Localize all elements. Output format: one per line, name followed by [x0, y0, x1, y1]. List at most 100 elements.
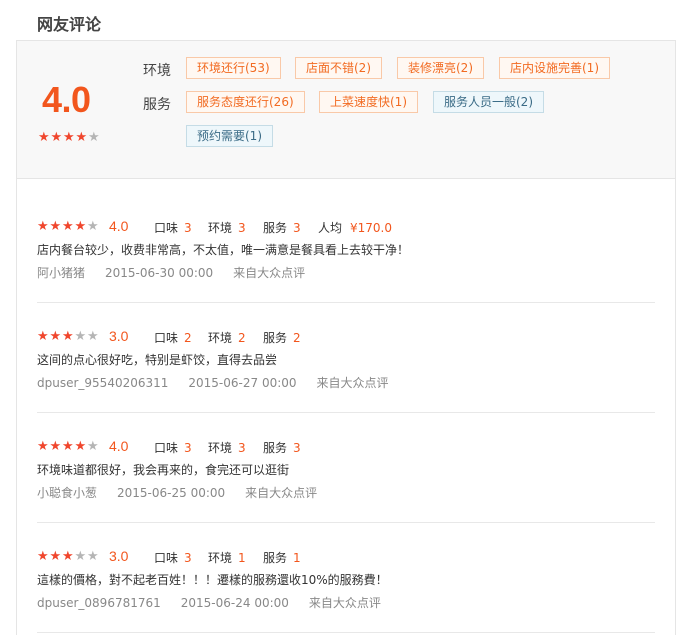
star-icon: ★	[62, 219, 74, 234]
tag-reservation-needed[interactable]: 预约需要(1)	[186, 125, 273, 147]
tag-fast-serving[interactable]: 上菜速度快(1)	[319, 91, 418, 113]
review-date: 2015-06-30 00:00	[105, 266, 214, 280]
environment-label: 环境	[208, 441, 233, 455]
star-icon: ★	[49, 329, 62, 344]
review-user[interactable]: dpuser_0896781761	[37, 596, 161, 610]
star-icon: ★	[50, 130, 63, 145]
review-meta: 阿小猪猪 2015-06-30 00:00 来自大众点评	[37, 264, 325, 281]
star-icon: ★	[38, 130, 50, 145]
review-text: 环境味道都很好，我会再来的，食完还可以逛街	[37, 463, 290, 477]
review-score: 3.0	[109, 548, 129, 564]
review-source: 来自大众点评	[245, 486, 318, 500]
star-empty-icon: ★	[74, 329, 87, 344]
service-label: 服务	[263, 221, 288, 235]
review-stars: ★★★★★	[37, 440, 100, 453]
service-rating: 服务 1	[263, 549, 301, 566]
taste-value: 3	[184, 441, 192, 455]
review-text: 這樣的價格，對不起老百姓！！！遷樣的服務還收10%的服務費！	[37, 573, 388, 587]
tag-staff-average[interactable]: 服务人员一般(2)	[433, 91, 544, 113]
taste-rating: 口味 2	[154, 329, 192, 346]
review-user[interactable]: dpuser_95540206311	[37, 376, 168, 390]
star-empty-icon: ★	[87, 439, 99, 454]
section-title: 网友评论	[37, 15, 102, 34]
environment-label: 环境	[208, 221, 233, 235]
star-icon: ★	[49, 219, 62, 234]
review-text: 店内餐台较少，收费非常高，不太值，唯一满意是餐具看上去较干净！	[37, 243, 410, 257]
review-meta: dpuser_95540206311 2015-06-27 00:00 来自大众点评	[37, 374, 409, 391]
review-source: 来自大众点评	[308, 596, 381, 610]
star-icon: ★	[37, 549, 49, 564]
service-rating: 服务 2	[263, 329, 301, 346]
review-user[interactable]: 阿小猪猪	[37, 266, 85, 280]
environment-rating: 环境 3	[208, 439, 246, 456]
taste-label: 口味	[154, 551, 179, 565]
star-empty-icon: ★	[74, 549, 87, 564]
service-value: 3	[293, 441, 301, 455]
service-value: 1	[293, 551, 301, 565]
star-empty-icon: ★	[87, 219, 99, 234]
review-text: 这间的点心很好吃，特别是虾饺，直得去品尝	[37, 353, 278, 367]
review-date: 2015-06-25 00:00	[117, 486, 226, 500]
taste-rating: 口味 3	[154, 219, 192, 236]
star-empty-icon: ★	[87, 329, 99, 344]
environment-tags-label: 环境	[143, 63, 171, 79]
taste-value: 3	[184, 551, 192, 565]
star-icon: ★	[75, 130, 88, 145]
review-score: 4.0	[109, 218, 129, 234]
review-user[interactable]: 小聪食小葱	[37, 486, 97, 500]
taste-rating: 口味 3	[154, 439, 192, 456]
taste-label: 口味	[154, 441, 179, 455]
review-date: 2015-06-24 00:00	[180, 596, 289, 610]
tag-service-attitude-ok[interactable]: 服务态度还行(26)	[186, 91, 305, 113]
taste-value: 3	[184, 221, 192, 235]
tag-storefront-good[interactable]: 店面不错(2)	[295, 57, 382, 79]
environment-value: 2	[238, 331, 246, 345]
environment-rating: 环境 2	[208, 329, 246, 346]
review-divider	[37, 412, 655, 413]
star-icon: ★	[74, 439, 87, 454]
environment-value: 3	[238, 221, 246, 235]
service-value: 2	[293, 331, 301, 345]
review-meta: 小聪食小葱 2015-06-25 00:00 来自大众点评	[37, 484, 337, 501]
star-icon: ★	[37, 219, 49, 234]
service-rating: 服务 3	[263, 219, 301, 236]
review-date: 2015-06-27 00:00	[188, 376, 297, 390]
service-value: 3	[293, 221, 301, 235]
review-source: 来自大众点评	[316, 376, 389, 390]
environment-rating: 环境 3	[208, 219, 246, 236]
star-empty-icon: ★	[87, 549, 99, 564]
star-icon: ★	[37, 439, 49, 454]
overall-score: 4.0	[42, 79, 91, 120]
taste-label: 口味	[154, 331, 179, 345]
environment-label: 环境	[208, 551, 233, 565]
environment-value: 1	[238, 551, 246, 565]
review-score: 3.0	[109, 328, 129, 344]
rating-summary: 4.0 ★★★★★ 环境 环境还行(53) 店面不错(2) 装修漂亮(2) 店内…	[17, 41, 675, 179]
tag-facilities-complete[interactable]: 店内设施完善(1)	[499, 57, 610, 79]
review-divider	[37, 302, 655, 303]
review-divider	[37, 522, 655, 523]
review-score: 4.0	[109, 438, 129, 454]
taste-rating: 口味 3	[154, 549, 192, 566]
environment-value: 3	[238, 441, 246, 455]
star-icon: ★	[37, 329, 49, 344]
star-icon: ★	[62, 549, 74, 564]
tag-decor-beautiful[interactable]: 装修漂亮(2)	[397, 57, 484, 79]
review-stars: ★★★★★	[37, 220, 100, 233]
star-icon: ★	[63, 130, 75, 145]
review-divider	[37, 632, 655, 633]
tag-environment-ok[interactable]: 环境还行(53)	[186, 57, 281, 79]
taste-value: 2	[184, 331, 192, 345]
environment-label: 环境	[208, 331, 233, 345]
taste-label: 口味	[154, 221, 179, 235]
avg-price-label: 人均	[318, 221, 343, 235]
review-meta: dpuser_0896781761 2015-06-24 00:00 来自大众点评	[37, 594, 401, 611]
review-stars: ★★★★★	[37, 330, 100, 343]
service-label: 服务	[263, 441, 288, 455]
star-empty-icon: ★	[88, 130, 100, 145]
star-icon: ★	[49, 439, 62, 454]
star-icon: ★	[62, 439, 74, 454]
service-label: 服务	[263, 331, 288, 345]
avg-price-value: ¥170.0	[350, 221, 393, 235]
service-tags-label: 服务	[143, 97, 171, 113]
